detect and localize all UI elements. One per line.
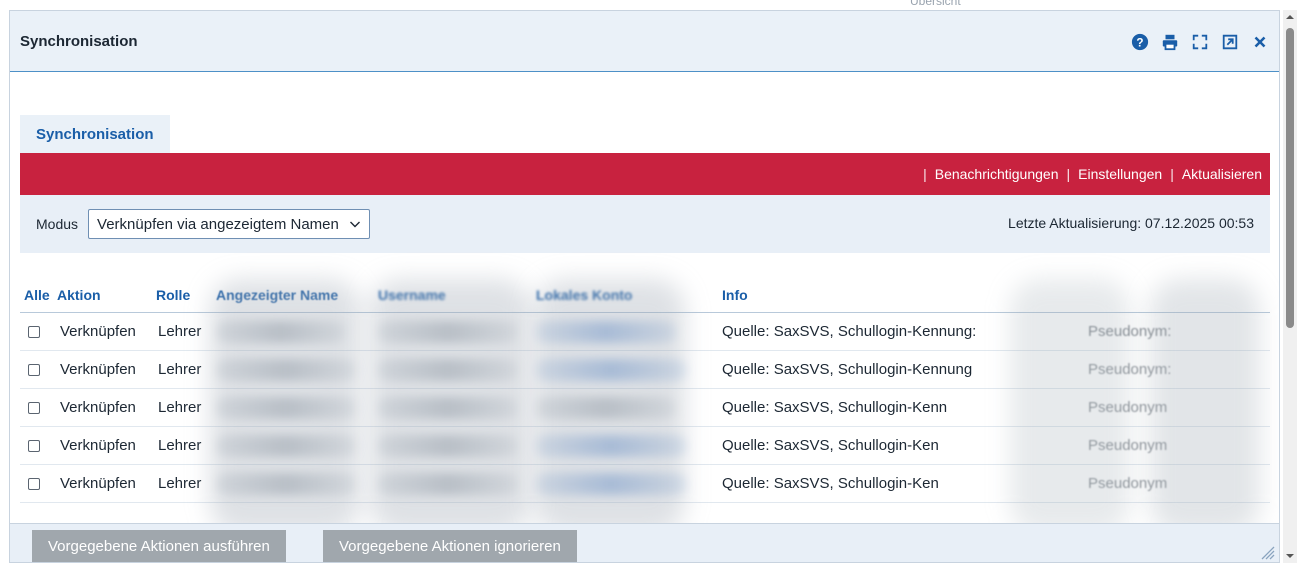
redaction-overlay (535, 279, 685, 534)
resize-grip-icon[interactable] (1261, 546, 1275, 560)
row-info: Quelle: SaxSVS, Schullogin-Ken (722, 475, 939, 492)
execute-actions-button[interactable]: Vorgegebene Aktionen ausführen (32, 530, 286, 562)
scroll-down-icon[interactable] (1285, 551, 1295, 561)
synchronisation-dialog: Synchronisation ? Synchronisation | Bena… (9, 10, 1280, 563)
chevron-down-icon (349, 221, 360, 228)
last-update-text: Letzte Aktualisierung: 07.12.2025 00:53 (1008, 215, 1254, 231)
scroll-up-icon[interactable] (1285, 12, 1295, 22)
redaction-overlay (370, 279, 530, 534)
row-action: Verknüpfen (60, 323, 136, 340)
row-role: Lehrer (158, 437, 202, 454)
row-action: Verknüpfen (60, 361, 136, 378)
row-checkbox[interactable] (28, 364, 40, 376)
dialog-tools: ? (1131, 33, 1269, 51)
fullscreen-icon[interactable] (1191, 33, 1209, 51)
tab-synchronisation[interactable]: Synchronisation (20, 115, 170, 153)
dialog-titlebar[interactable]: Synchronisation ? (10, 11, 1279, 72)
print-icon[interactable] (1161, 33, 1179, 51)
row-role: Lehrer (158, 475, 202, 492)
scrollbar-thumb[interactable] (1286, 28, 1294, 328)
open-external-icon[interactable] (1221, 33, 1239, 51)
row-role: Lehrer (158, 361, 202, 378)
separator: | (1170, 166, 1174, 182)
action-bar: | Benachrichtigungen | Einstellungen | A… (20, 153, 1270, 195)
mode-select-value: Verknüpfen via angezeigtem Namen (97, 215, 339, 233)
redaction-overlay (1150, 279, 1260, 534)
row-role: Lehrer (158, 399, 202, 416)
row-checkbox[interactable] (28, 440, 40, 452)
filter-bar: Modus Verknüpfen via angezeigtem Namen L… (20, 195, 1270, 253)
separator: | (1066, 166, 1071, 182)
row-checkbox[interactable] (28, 478, 40, 490)
row-checkbox[interactable] (28, 402, 40, 414)
separator: | (923, 166, 927, 182)
svg-text:?: ? (1136, 37, 1143, 50)
redaction-overlay (1010, 279, 1130, 534)
action-header[interactable]: Aktion (57, 287, 101, 303)
row-action: Verknüpfen (60, 437, 136, 454)
row-action: Verknüpfen (60, 399, 136, 416)
role-header[interactable]: Rolle (156, 287, 190, 303)
dialog-title: Synchronisation (20, 32, 138, 50)
row-info: Quelle: SaxSVS, Schullogin-Kennung: (722, 323, 977, 340)
dialog-footer: Vorgegebene Aktionen ausführen Vorgegebe… (10, 523, 1279, 562)
row-action: Verknüpfen (60, 475, 136, 492)
mode-select[interactable]: Verknüpfen via angezeigtem Namen (88, 209, 370, 239)
row-info: Quelle: SaxSVS, Schullogin-Kennung (722, 361, 973, 378)
ignore-actions-button[interactable]: Vorgegebene Aktionen ignorieren (323, 530, 577, 562)
refresh-link[interactable]: Aktualisieren (1182, 166, 1262, 182)
row-info: Quelle: SaxSVS, Schullogin-Ken (722, 437, 939, 454)
select-all-header[interactable]: Alle (24, 287, 50, 303)
background-text: Übersicht (910, 0, 961, 8)
help-icon[interactable]: ? (1131, 33, 1149, 51)
row-info: Quelle: SaxSVS, Schullogin-Kenn (722, 399, 948, 416)
page-scrollbar[interactable] (1283, 10, 1297, 563)
background-page: Übersicht (0, 0, 1301, 10)
row-role: Lehrer (158, 323, 202, 340)
redaction-overlay (210, 279, 360, 534)
notifications-link[interactable]: Benachrichtigungen (935, 166, 1059, 182)
mode-label: Modus (36, 216, 79, 232)
settings-link[interactable]: Einstellungen (1078, 166, 1162, 182)
info-header[interactable]: Info (722, 287, 748, 303)
row-checkbox[interactable] (28, 326, 40, 338)
close-icon[interactable] (1251, 33, 1269, 51)
